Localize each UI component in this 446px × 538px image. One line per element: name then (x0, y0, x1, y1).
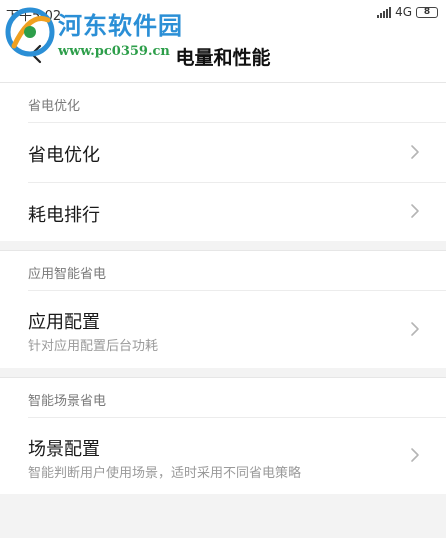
section-header-app-smart-saving: 应用智能省电 (0, 250, 446, 290)
divider (28, 417, 446, 418)
network-type: 4G (395, 5, 412, 19)
chevron-right-icon (411, 145, 419, 159)
list-item-title: 应用配置 (28, 312, 100, 333)
status-time: 下午5:02 (6, 9, 62, 24)
section-header-label: 智能场景省电 (28, 394, 107, 409)
section-gap (0, 368, 446, 377)
section-header-label: 应用智能省电 (28, 267, 107, 282)
page-title: 电量和性能 (175, 47, 271, 69)
list-item-title: 场景配置 (28, 439, 100, 460)
chevron-right-icon (411, 204, 419, 218)
divider (28, 182, 446, 183)
section-header-power-saving: 省电优化 (0, 82, 446, 122)
signal-icon (377, 6, 392, 18)
list-item-subtitle: 针对应用配置后台功耗 (28, 339, 159, 354)
divider (28, 290, 446, 291)
battery-level: 8 (423, 6, 431, 17)
section-header-smart-scene-saving: 智能场景省电 (0, 377, 446, 417)
battery-icon: 8 (416, 6, 438, 18)
chevron-right-icon (411, 322, 419, 336)
section-header-label: 省电优化 (28, 99, 81, 114)
list-item-title: 省电优化 (28, 145, 100, 166)
section-gap (0, 241, 446, 250)
list-item-title: 耗电排行 (28, 205, 100, 226)
list-item-app-config[interactable]: 应用配置 针对应用配置后台功耗 (0, 290, 446, 368)
status-bar: 下午5:02 4G 8 (0, 0, 446, 26)
chevron-right-icon (411, 448, 419, 462)
list-item-subtitle: 智能判断用户使用场景，适时采用不同省电策略 (28, 466, 302, 481)
status-indicators: 4G 8 (377, 5, 438, 19)
list-item-power-optimization[interactable]: 省电优化 (0, 122, 446, 182)
app-header: 电量和性能 (0, 26, 446, 82)
divider (28, 122, 446, 123)
list-item-power-ranking[interactable]: 耗电排行 (0, 182, 446, 241)
list-item-scene-config[interactable]: 场景配置 智能判断用户使用场景，适时采用不同省电策略 (0, 417, 446, 494)
